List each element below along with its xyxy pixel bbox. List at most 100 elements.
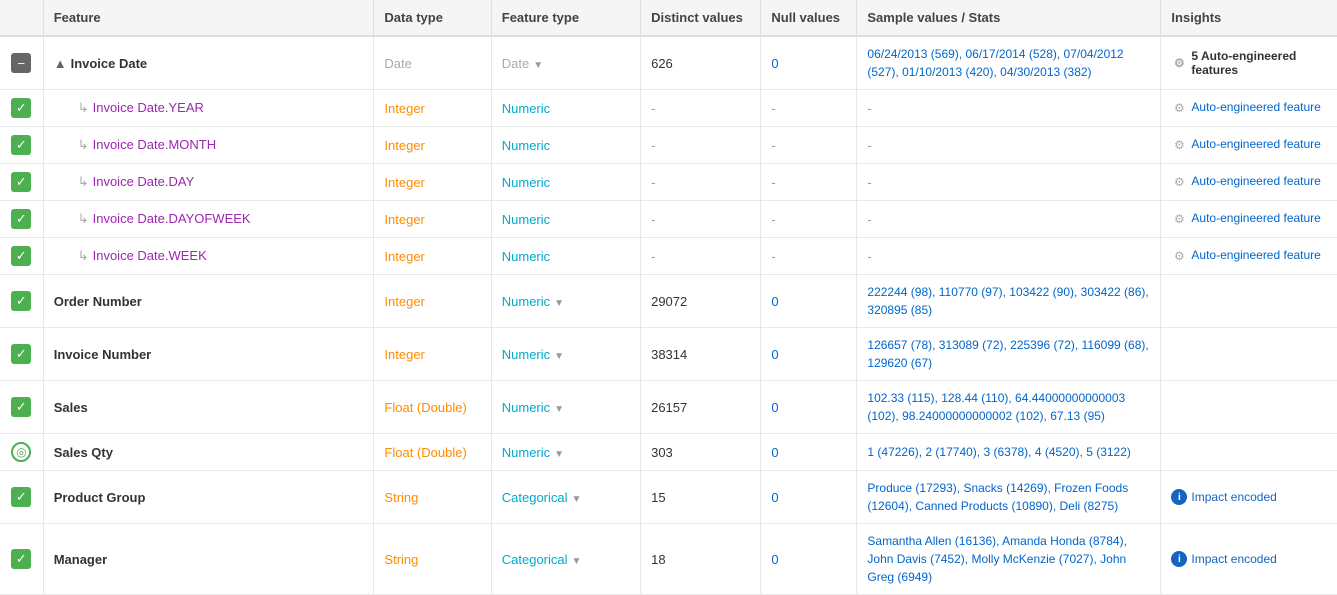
checkbox-cell[interactable]: ✓ (0, 164, 43, 201)
feature-cell: Product Group (43, 471, 374, 524)
featuretype-cell: Numeric (491, 164, 640, 201)
sample-text: 1 (47226), 2 (17740), 3 (6378), 4 (4520)… (867, 445, 1131, 459)
featuretype-cell[interactable]: Numeric▼ (491, 328, 640, 381)
sample-values-cell: Samantha Allen (16136), Amanda Honda (87… (857, 524, 1161, 595)
gear-icon: ⚙ (1171, 174, 1187, 190)
datatype-cell: Integer (374, 328, 491, 381)
null-value: 0 (771, 400, 778, 415)
null-values-cell: 0 (761, 524, 857, 595)
datatype-cell: String (374, 471, 491, 524)
checkbox-checked[interactable]: ✓ (11, 172, 31, 192)
table-row: ✓↳Invoice Date.YEARIntegerNumeric---⚙Aut… (0, 90, 1337, 127)
featuretype-cell[interactable]: Date▼ (491, 36, 640, 90)
datatype-value: Integer (384, 175, 424, 190)
insights-content: ⚙Auto-engineered feature (1171, 174, 1327, 190)
featuretype-value: Numeric (502, 138, 550, 153)
null-values-cell: 0 (761, 471, 857, 524)
checkbox-checked[interactable]: ✓ (11, 98, 31, 118)
table-row: ✓↳Invoice Date.DAYOFWEEKIntegerNumeric--… (0, 201, 1337, 238)
checkbox-cell[interactable]: ✓ (0, 328, 43, 381)
dropdown-arrow-icon[interactable]: ▼ (554, 404, 564, 415)
sub-arrow-icon: ↳ (78, 248, 89, 263)
checkbox-target[interactable]: ◎ (11, 442, 31, 462)
expand-icon[interactable]: ▲ (54, 56, 67, 71)
null-values-cell: - (761, 201, 857, 238)
dash-value: - (651, 138, 655, 153)
feature-cell: Manager (43, 524, 374, 595)
checkbox-cell[interactable]: ◎ (0, 434, 43, 471)
dropdown-arrow-icon[interactable]: ▼ (572, 494, 582, 505)
datatype-value: String (384, 552, 418, 567)
checkbox-checked[interactable]: ✓ (11, 549, 31, 569)
gear-icon: ⚙ (1171, 248, 1187, 264)
feature-name: Manager (54, 552, 107, 567)
dash-value: - (651, 175, 655, 190)
checkbox-cell[interactable]: ✓ (0, 90, 43, 127)
distinct-values-cell: 18 (641, 524, 761, 595)
featuretype-value: Numeric (502, 249, 550, 264)
checkbox-cell[interactable]: ✓ (0, 238, 43, 275)
checkbox-checked[interactable]: ✓ (11, 397, 31, 417)
featuretype-cell: Numeric (491, 238, 640, 275)
sample-text: 102.33 (115), 128.44 (110), 64.440000000… (867, 391, 1125, 423)
insights-content: iImpact encoded (1171, 489, 1327, 505)
col-header-sample: Sample values / Stats (857, 0, 1161, 36)
sample-text: 126657 (78), 313089 (72), 225396 (72), 1… (867, 338, 1148, 370)
gear-icon: ⚙ (1171, 211, 1187, 227)
checkbox-checked[interactable]: ✓ (11, 291, 31, 311)
null-value: 0 (771, 56, 778, 71)
sample-values-cell: 1 (47226), 2 (17740), 3 (6378), 4 (4520)… (857, 434, 1161, 471)
null-value: 0 (771, 490, 778, 505)
dropdown-arrow-icon[interactable]: ▼ (554, 449, 564, 460)
info-icon: i (1171, 551, 1187, 567)
dropdown-arrow-icon[interactable]: ▼ (554, 298, 564, 309)
checkbox-checked[interactable]: ✓ (11, 344, 31, 364)
dropdown-arrow-icon[interactable]: ▼ (572, 556, 582, 567)
info-icon: i (1171, 489, 1187, 505)
featuretype-cell[interactable]: Categorical ▼ (491, 524, 640, 595)
feature-name: Sales (54, 400, 88, 415)
dash-value: - (771, 175, 775, 190)
dropdown-arrow-icon[interactable]: ▼ (533, 60, 543, 71)
checkbox-cell[interactable]: ✓ (0, 524, 43, 595)
checkbox-minus[interactable]: − (11, 53, 31, 73)
feature-name: ▲Invoice Date (54, 56, 147, 71)
auto-engineered-label: Auto-engineered feature (1191, 248, 1320, 262)
checkbox-cell[interactable]: ✓ (0, 275, 43, 328)
dash-value: - (867, 175, 871, 190)
sub-arrow-icon: ↳ (78, 100, 89, 115)
checkbox-checked[interactable]: ✓ (11, 209, 31, 229)
datatype-value: Float (Double) (384, 400, 466, 415)
featuretype-cell[interactable]: Categorical ▼ (491, 471, 640, 524)
checkbox-cell[interactable]: ✓ (0, 381, 43, 434)
featuretype-value: Categorical (502, 552, 568, 567)
featuretype-value: Categorical (502, 490, 568, 505)
col-header-checkbox (0, 0, 43, 36)
dash-value: - (651, 212, 655, 227)
feature-name: Invoice Number (54, 347, 152, 362)
featuretype-cell[interactable]: Numeric▼ (491, 434, 640, 471)
distinct-values-cell: - (641, 127, 761, 164)
insights-cell: ⚙ Auto-engineered feature (1161, 238, 1337, 275)
checkbox-cell[interactable]: − (0, 36, 43, 90)
table-row: ✓Order NumberIntegerNumeric▼290720222244… (0, 275, 1337, 328)
dropdown-arrow-icon[interactable]: ▼ (554, 351, 564, 362)
dash-value: - (771, 138, 775, 153)
table-row: ✓SalesFloat (Double)Numeric▼261570102.33… (0, 381, 1337, 434)
checkbox-cell[interactable]: ✓ (0, 201, 43, 238)
checkbox-checked[interactable]: ✓ (11, 135, 31, 155)
sample-text: Samantha Allen (16136), Amanda Honda (87… (867, 534, 1127, 584)
featuretype-cell[interactable]: Numeric▼ (491, 275, 640, 328)
sub-arrow-icon: ↳ (78, 211, 89, 226)
checkbox-checked[interactable]: ✓ (11, 487, 31, 507)
insights-cell: ⚙Auto-engineered feature (1161, 164, 1337, 201)
datatype-value: String (384, 490, 418, 505)
checkbox-cell[interactable]: ✓ (0, 471, 43, 524)
featuretype-cell[interactable]: Numeric▼ (491, 381, 640, 434)
checkbox-cell[interactable]: ✓ (0, 127, 43, 164)
feature-cell: ↳Invoice Date.DAYOFWEEK (43, 201, 374, 238)
features-table: Feature Data type Feature type Distinct … (0, 0, 1337, 595)
checkbox-checked[interactable]: ✓ (11, 246, 31, 266)
datatype-cell: String (374, 524, 491, 595)
distinct-values-cell: - (641, 90, 761, 127)
